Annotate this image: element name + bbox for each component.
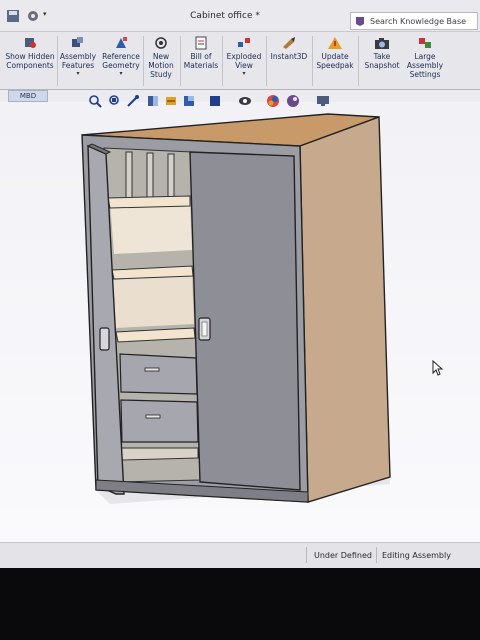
view-settings-icon[interactable]: [316, 94, 330, 108]
dropdown-caret[interactable]: ▾: [100, 70, 142, 78]
command-ribbon: Show Hidden Components Assembly Features…: [0, 32, 480, 90]
heads-up-view-toolbar: [88, 94, 348, 108]
drawer: [120, 399, 199, 443]
zoom-to-fit-icon[interactable]: [88, 94, 102, 108]
display-style-icon[interactable]: [208, 94, 222, 108]
shelf: [107, 195, 191, 209]
large-assembly-settings-button[interactable]: Large Assembly Settings: [404, 36, 446, 90]
exploded-view-icon: [238, 38, 250, 47]
save-icon[interactable]: [6, 9, 20, 23]
reference-geometry-icon: [116, 37, 127, 48]
camera-icon: [375, 38, 389, 49]
monitor-bezel: [0, 568, 480, 640]
previous-view-icon[interactable]: [126, 94, 140, 108]
assembly-features-icon: [72, 37, 83, 47]
instant3d-icon: [283, 37, 295, 49]
definition-status: Under Defined: [314, 551, 372, 560]
new-motion-study-button[interactable]: New Motion Study: [144, 36, 178, 90]
ribbon-label: Take Snapshot: [364, 52, 400, 70]
drawer-handle: [145, 414, 161, 419]
edit-appearance-icon[interactable]: [266, 94, 280, 108]
door-handle: [99, 327, 110, 351]
update-speedpak-button[interactable]: Update Speedpak: [314, 36, 356, 90]
dropdown-caret[interactable]: ▾: [58, 70, 98, 78]
cabinet-model[interactable]: [0, 102, 480, 542]
show-hidden-icon: [25, 38, 36, 48]
zoom-to-area-icon[interactable]: [108, 94, 122, 108]
ribbon-label: Assembly Features: [59, 52, 97, 70]
take-snapshot-button[interactable]: Take Snapshot: [360, 36, 404, 90]
tab-mbd[interactable]: MBD: [8, 90, 48, 102]
mouse-cursor-icon: [432, 360, 444, 376]
ribbon-label: Large Assembly Settings: [406, 52, 444, 79]
ribbon-label: Bill of Materials: [183, 52, 219, 70]
bom-icon: [195, 36, 207, 50]
options-dropdown-caret[interactable]: ▾: [43, 10, 47, 18]
cad-window: ▾ Cabinet office * Search Knowledge Base…: [0, 0, 480, 568]
graphics-area[interactable]: [0, 102, 480, 542]
ribbon-label: Exploded View: [226, 52, 262, 70]
speedpak-icon: [328, 37, 342, 49]
search-label: Search Knowledge Base: [370, 17, 467, 26]
show-hidden-components-button[interactable]: Show Hidden Components: [4, 36, 56, 90]
ribbon-label: Reference Geometry: [102, 52, 140, 70]
bill-of-materials-button[interactable]: Bill of Materials: [181, 36, 221, 90]
ribbon-label: Show Hidden Components: [5, 52, 55, 70]
view-orientation-icon[interactable]: [182, 94, 196, 108]
section-view-icon[interactable]: [146, 94, 160, 108]
dynamic-annotation-icon[interactable]: [164, 94, 178, 108]
assembly-features-button[interactable]: Assembly Features ▾: [58, 36, 98, 90]
editing-mode-status: Editing Assembly: [382, 551, 451, 560]
dropdown-caret[interactable]: ▾: [223, 70, 265, 78]
cabinet-side: [299, 116, 391, 503]
knowledge-base-search[interactable]: Search Knowledge Base: [350, 12, 478, 30]
ribbon-label: Update Speedpak: [316, 52, 354, 70]
motion-study-icon: [155, 37, 167, 49]
hide-show-items-icon[interactable]: [238, 94, 252, 108]
window-title: Cabinet office *: [190, 11, 260, 21]
options-gear-icon[interactable]: [26, 9, 40, 23]
knowledge-base-icon: [356, 17, 364, 26]
instant3d-button[interactable]: Instant3D: [267, 36, 311, 90]
drawer-handle: [144, 367, 160, 372]
reference-geometry-button[interactable]: Reference Geometry ▾: [100, 36, 142, 90]
title-bar: ▾ Cabinet office * Search Knowledge Base: [0, 0, 480, 32]
exploded-view-button[interactable]: Exploded View ▾: [223, 36, 265, 90]
large-assembly-icon: [419, 38, 431, 48]
ribbon-label: Instant3D: [270, 52, 308, 61]
drawer: [119, 353, 198, 395]
status-bar: Under Defined Editing Assembly: [0, 542, 480, 568]
ribbon-label: New Motion Study: [148, 52, 174, 79]
apply-scene-icon[interactable]: [286, 94, 300, 108]
